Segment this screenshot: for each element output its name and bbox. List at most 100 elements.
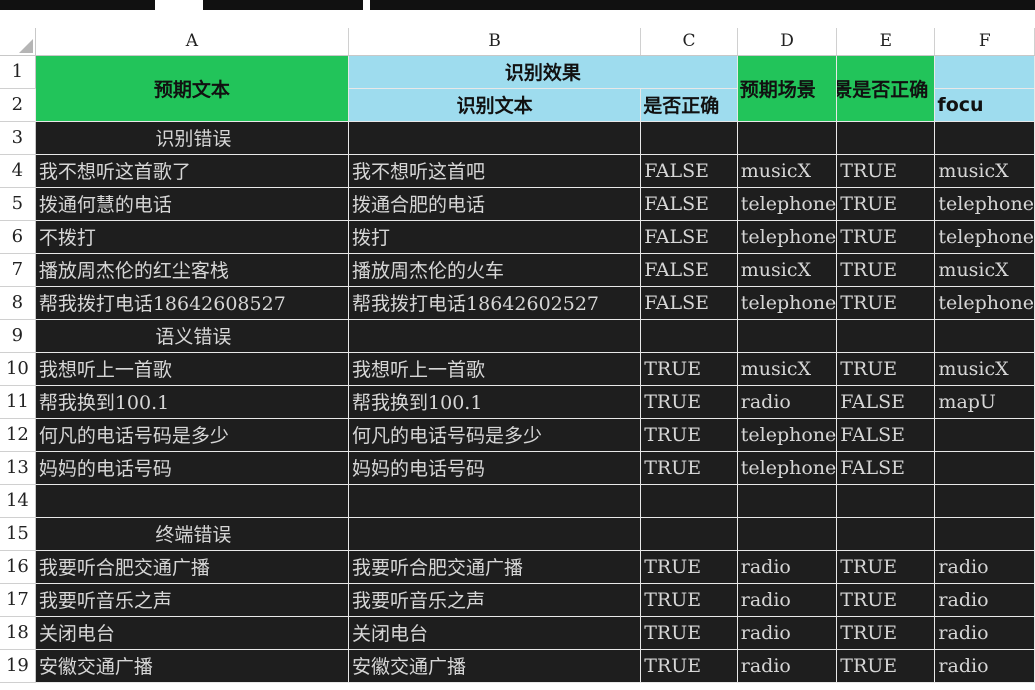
formula-bar[interactable] bbox=[370, 0, 1035, 10]
is-correct-cell[interactable]: FALSE bbox=[640, 285, 738, 320]
is-correct-cell[interactable]: TRUE bbox=[640, 648, 738, 683]
expected-text-cell[interactable]: 何凡的电话号码是多少 bbox=[34, 417, 350, 452]
focus-cell[interactable]: telephone bbox=[934, 219, 1035, 254]
scene-correct-cell[interactable]: TRUE bbox=[836, 186, 936, 221]
focus-cell[interactable]: radio bbox=[934, 582, 1035, 617]
row-header[interactable]: 9 bbox=[0, 319, 36, 353]
is-correct-cell[interactable]: FALSE bbox=[640, 252, 738, 287]
empty-cell[interactable] bbox=[934, 120, 1035, 155]
row-header[interactable]: 10 bbox=[0, 352, 36, 386]
empty-cell[interactable] bbox=[934, 318, 1035, 353]
recognized-text-cell[interactable]: 我想听上一首歌 bbox=[348, 351, 642, 386]
row-header[interactable]: 7 bbox=[0, 253, 36, 287]
expected-text-cell[interactable]: 帮我拨打电话18642608527 bbox=[34, 285, 350, 320]
empty-cell[interactable] bbox=[736, 516, 838, 551]
recognized-text-cell[interactable]: 我不想听这首吧 bbox=[348, 153, 642, 188]
is-correct-cell[interactable]: TRUE bbox=[640, 384, 738, 419]
recognized-text-cell[interactable]: 关闭电台 bbox=[348, 615, 642, 650]
expected-scene-cell[interactable]: musicX bbox=[736, 153, 838, 188]
scene-correct-cell[interactable]: TRUE bbox=[836, 648, 936, 683]
column-header-a[interactable]: A bbox=[35, 28, 350, 56]
row-header[interactable]: 15 bbox=[0, 517, 36, 551]
focus-cell[interactable]: musicX bbox=[934, 252, 1035, 287]
empty-cell[interactable] bbox=[736, 318, 838, 353]
expected-scene-cell[interactable]: telephone bbox=[736, 186, 838, 221]
row-header[interactable]: 14 bbox=[0, 484, 36, 518]
is-correct-cell[interactable] bbox=[640, 483, 738, 518]
section-title-cell[interactable]: 终端错误 bbox=[34, 516, 350, 551]
empty-cell[interactable] bbox=[640, 318, 738, 353]
expected-text-cell[interactable]: 妈妈的电话号码 bbox=[34, 450, 350, 485]
row-header[interactable]: 16 bbox=[0, 550, 36, 584]
empty-cell[interactable] bbox=[836, 120, 936, 155]
scene-correct-cell[interactable]: TRUE bbox=[836, 252, 936, 287]
header-focus[interactable]: focu bbox=[934, 87, 1035, 122]
expected-text-cell[interactable]: 播放周杰伦的红尘客栈 bbox=[34, 252, 350, 287]
focus-cell[interactable] bbox=[934, 483, 1035, 518]
is-correct-cell[interactable]: FALSE bbox=[640, 186, 738, 221]
expected-scene-cell[interactable]: radio bbox=[736, 615, 838, 650]
empty-cell[interactable] bbox=[736, 120, 838, 155]
recognized-text-cell[interactable]: 我要听合肥交通广播 bbox=[348, 549, 642, 584]
row-header[interactable]: 4 bbox=[0, 154, 36, 188]
scene-correct-cell[interactable]: FALSE bbox=[836, 417, 936, 452]
expected-scene-cell[interactable]: musicX bbox=[736, 351, 838, 386]
expected-text-cell[interactable]: 拨通何慧的电话 bbox=[34, 186, 350, 221]
column-header-d[interactable]: D bbox=[737, 28, 838, 56]
section-title-cell[interactable]: 语义错误 bbox=[34, 318, 350, 353]
empty-cell[interactable] bbox=[836, 318, 936, 353]
row-header[interactable]: 8 bbox=[0, 286, 36, 320]
column-header-e[interactable]: E bbox=[836, 28, 936, 56]
expected-scene-cell[interactable]: radio bbox=[736, 648, 838, 683]
focus-cell[interactable]: telephone bbox=[934, 285, 1035, 320]
section-title-cell[interactable]: 识别错误 bbox=[34, 120, 350, 155]
is-correct-cell[interactable]: TRUE bbox=[640, 582, 738, 617]
scene-correct-cell[interactable]: TRUE bbox=[836, 582, 936, 617]
header-is-correct[interactable]: 是否正确 bbox=[640, 87, 738, 122]
header-f-top[interactable] bbox=[934, 54, 1035, 89]
is-correct-cell[interactable]: TRUE bbox=[640, 615, 738, 650]
scene-correct-cell[interactable]: FALSE bbox=[836, 450, 936, 485]
column-header-f[interactable]: F bbox=[934, 28, 1035, 56]
scene-correct-cell[interactable]: TRUE bbox=[836, 549, 936, 584]
is-correct-cell[interactable]: TRUE bbox=[640, 351, 738, 386]
focus-cell[interactable] bbox=[934, 417, 1035, 452]
is-correct-cell[interactable]: TRUE bbox=[640, 549, 738, 584]
row-header[interactable]: 5 bbox=[0, 187, 36, 221]
is-correct-cell[interactable]: TRUE bbox=[640, 417, 738, 452]
expected-text-cell[interactable]: 不拨打 bbox=[34, 219, 350, 254]
empty-cell[interactable] bbox=[836, 516, 936, 551]
scene-correct-cell[interactable]: TRUE bbox=[836, 153, 936, 188]
recognized-text-cell[interactable]: 我要听音乐之声 bbox=[348, 582, 642, 617]
empty-cell[interactable] bbox=[934, 516, 1035, 551]
scene-correct-cell[interactable]: TRUE bbox=[836, 285, 936, 320]
recognized-text-cell[interactable]: 帮我换到100.1 bbox=[348, 384, 642, 419]
row-header[interactable]: 12 bbox=[0, 418, 36, 452]
expected-text-cell[interactable]: 帮我换到100.1 bbox=[34, 384, 350, 419]
row-header[interactable]: 17 bbox=[0, 583, 36, 617]
header-recognition-effect[interactable]: 识别效果 bbox=[348, 54, 738, 89]
row-header[interactable]: 6 bbox=[0, 220, 36, 254]
row-header[interactable]: 19 bbox=[0, 649, 36, 683]
expected-text-cell[interactable] bbox=[34, 483, 350, 518]
expected-text-cell[interactable]: 安徽交通广播 bbox=[34, 648, 350, 683]
recognized-text-cell[interactable]: 拨通合肥的电话 bbox=[348, 186, 642, 221]
focus-cell[interactable]: radio bbox=[934, 615, 1035, 650]
header-expected-text[interactable]: 预期文本 bbox=[34, 54, 350, 122]
empty-cell[interactable] bbox=[348, 120, 642, 155]
scene-correct-cell[interactable]: TRUE bbox=[836, 615, 936, 650]
is-correct-cell[interactable]: FALSE bbox=[640, 153, 738, 188]
expected-scene-cell[interactable]: telephone bbox=[736, 450, 838, 485]
expected-scene-cell[interactable]: radio bbox=[736, 549, 838, 584]
expected-text-cell[interactable]: 我想听上一首歌 bbox=[34, 351, 350, 386]
recognized-text-cell[interactable] bbox=[348, 483, 642, 518]
row-header-2[interactable]: 2 bbox=[0, 88, 36, 122]
scene-correct-cell[interactable]: FALSE bbox=[836, 384, 936, 419]
expected-text-cell[interactable]: 我要听音乐之声 bbox=[34, 582, 350, 617]
focus-cell[interactable]: musicX bbox=[934, 153, 1035, 188]
recognized-text-cell[interactable]: 播放周杰伦的火车 bbox=[348, 252, 642, 287]
focus-cell[interactable]: mapU bbox=[934, 384, 1035, 419]
expected-text-cell[interactable]: 我不想听这首歌了 bbox=[34, 153, 350, 188]
empty-cell[interactable] bbox=[640, 120, 738, 155]
focus-cell[interactable]: musicX bbox=[934, 351, 1035, 386]
